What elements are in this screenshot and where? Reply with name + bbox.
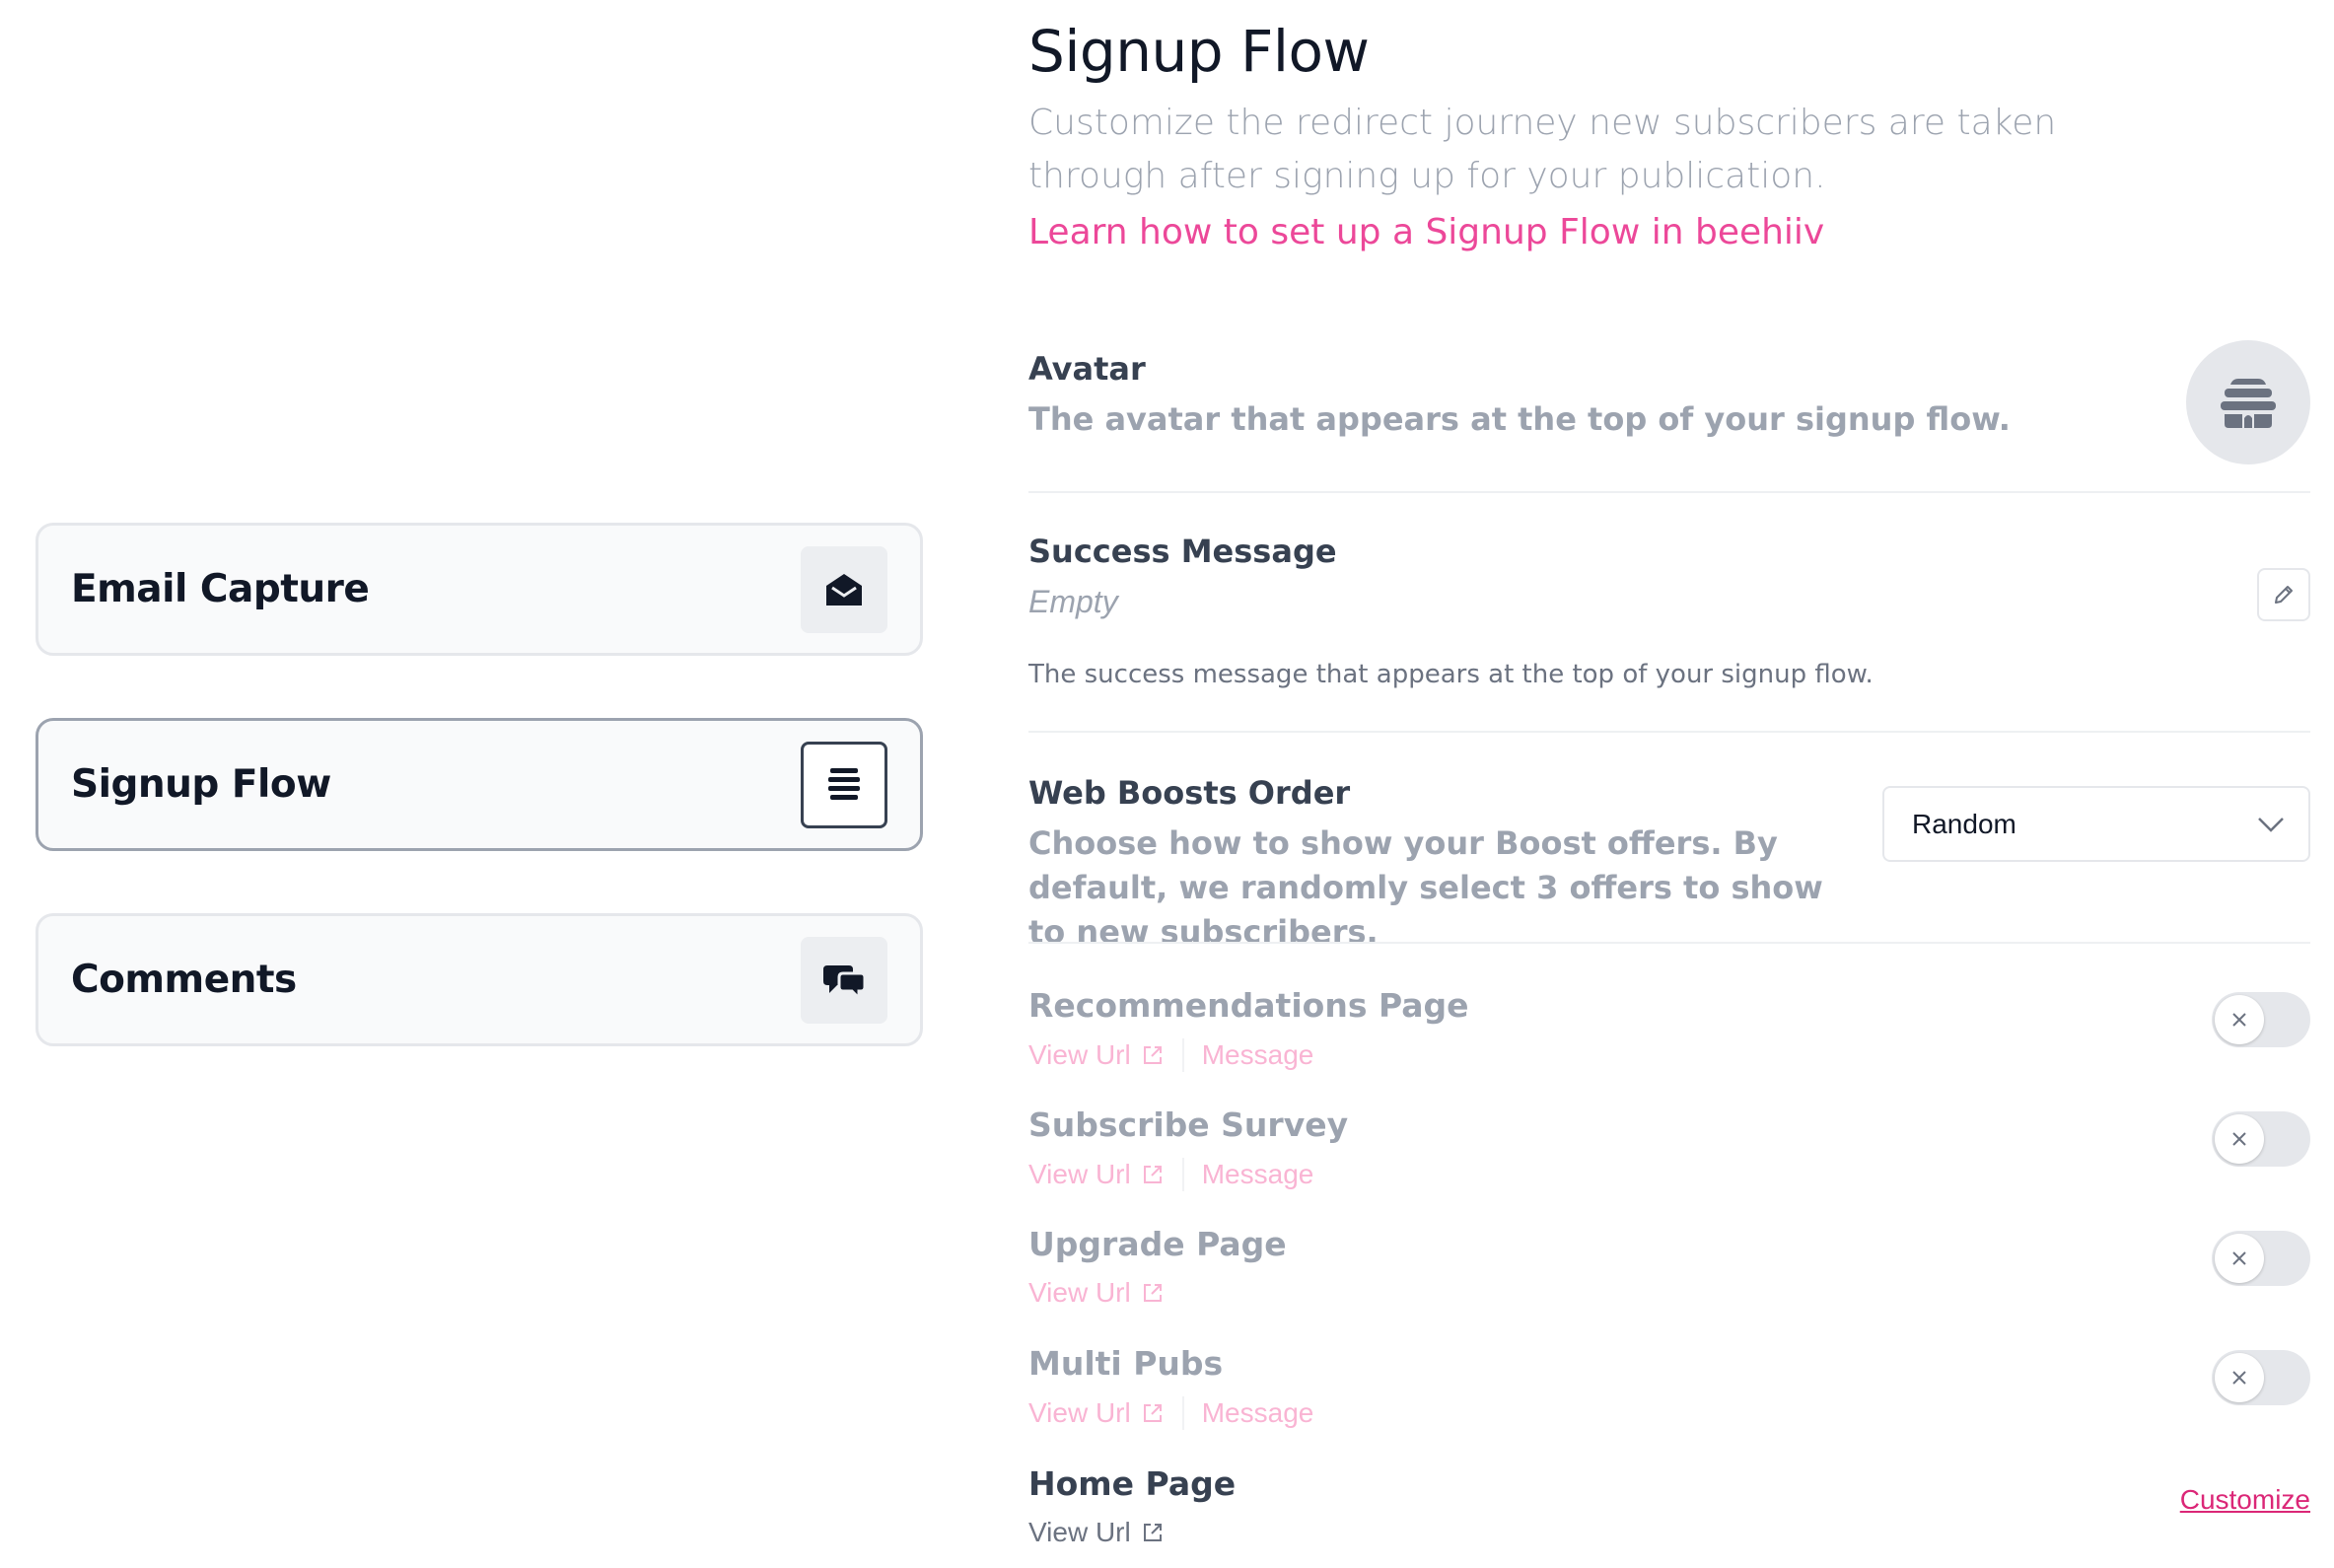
divider [1028,731,2310,733]
close-icon [2215,1353,2264,1402]
multi-pubs-toggle[interactable] [2212,1350,2310,1405]
divider [1028,942,2310,944]
upgrade-page-toggle[interactable] [2212,1231,2310,1286]
external-link-icon [1143,1404,1162,1422]
view-url-link[interactable]: View Url [1028,1277,1165,1309]
subscribe-survey-toggle[interactable] [2212,1111,2310,1167]
close-icon [2215,995,2264,1044]
external-link-icon [1143,1046,1162,1064]
list-icon [801,741,887,828]
beehive-icon [2221,379,2276,428]
settings-nav: Email Capture Signup Flow Comments [35,523,923,1108]
external-link-icon [1143,1284,1162,1302]
success-message-help: The success message that appears at the … [1028,660,1874,689]
nav-card-comments[interactable]: Comments [35,913,923,1046]
link-separator [1181,1158,1184,1191]
avatar-subtitle: The avatar that appears at the top of yo… [1028,400,2011,438]
web-boosts-subtitle: Choose how to show your Boost offers. By… [1028,824,1823,951]
success-message-title: Success Message [1028,533,1337,570]
pencil-icon [2275,586,2293,604]
feature-title: Subscribe Survey [1028,1105,1349,1144]
feature-row-recommendations: Recommendations Page View Url Message [1028,986,2310,1075]
nav-card-email-capture[interactable]: Email Capture [35,523,923,656]
feature-title: Multi Pubs [1028,1344,1224,1383]
avatar-upload[interactable] [2186,340,2310,464]
feature-row-home-page: Home Page View Url Customize [1028,1464,2310,1553]
feature-row-upgrade-page: Upgrade Page View Url [1028,1225,2310,1314]
view-url-label: View Url [1028,1277,1131,1308]
chat-bubbles-icon [801,936,887,1024]
avatar-row: Avatar The avatar that appears at the to… [1028,340,2310,468]
nav-card-label: Signup Flow [71,762,331,807]
boosts-order-value: Random [1912,808,2016,839]
message-link[interactable]: Message [1202,1159,1314,1190]
avatar-title: Avatar [1028,350,1146,388]
message-link[interactable]: Message [1202,1039,1314,1071]
divider [1028,491,2310,493]
boosts-order-select[interactable]: Random [1882,786,2310,862]
feature-row-subscribe-survey: Subscribe Survey View Url Message [1028,1105,2310,1194]
feature-links: View Url Message [1028,1038,2310,1072]
feature-links: View Url [1028,1517,2310,1548]
feature-title: Home Page [1028,1464,1237,1503]
feature-links: View Url [1028,1277,2310,1309]
view-url-link[interactable]: View Url [1028,1039,1165,1071]
page-title: Signup Flow [1028,18,1370,85]
page-description: Customize the redirect journey new subsc… [1028,103,2057,196]
success-message-value: Empty [1028,584,1118,619]
view-url-label: View Url [1028,1159,1131,1189]
view-url-label: View Url [1028,1397,1131,1428]
feature-links: View Url Message [1028,1396,2310,1430]
external-link-icon [1143,1166,1162,1183]
nav-card-signup-flow[interactable]: Signup Flow [35,718,923,851]
edit-success-message-button[interactable] [2257,568,2310,621]
feature-row-multi-pubs: Multi Pubs View Url Message [1028,1344,2310,1433]
view-url-label: View Url [1028,1039,1131,1070]
customize-link[interactable]: Customize [2180,1484,2310,1516]
chevron-down-icon [2258,817,2284,832]
message-link[interactable]: Message [1202,1397,1314,1429]
learn-more-link[interactable]: Learn how to set up a Signup Flow in bee… [1028,212,1824,252]
feature-title: Recommendations Page [1028,986,1469,1025]
close-icon [2215,1234,2264,1283]
external-link-icon [1143,1524,1162,1541]
feature-title: Upgrade Page [1028,1225,1287,1263]
recommendations-toggle[interactable] [2212,992,2310,1047]
view-url-label: View Url [1028,1517,1131,1547]
app-root: Email Capture Signup Flow Comments Signu… [0,0,2334,1568]
feature-links: View Url Message [1028,1158,2310,1191]
web-boosts-row: Web Boosts Order Choose how to show your… [1028,774,2310,951]
nav-card-label: Comments [71,958,297,1002]
nav-card-label: Email Capture [71,567,370,611]
view-url-link[interactable]: View Url [1028,1159,1165,1190]
link-separator [1181,1396,1184,1430]
envelope-open-icon [801,545,887,633]
view-url-link[interactable]: View Url [1028,1517,1165,1548]
view-url-link[interactable]: View Url [1028,1397,1165,1429]
close-icon [2215,1114,2264,1164]
link-separator [1181,1038,1184,1072]
success-message-row: Success Message Empty The success messag… [1028,533,2310,700]
